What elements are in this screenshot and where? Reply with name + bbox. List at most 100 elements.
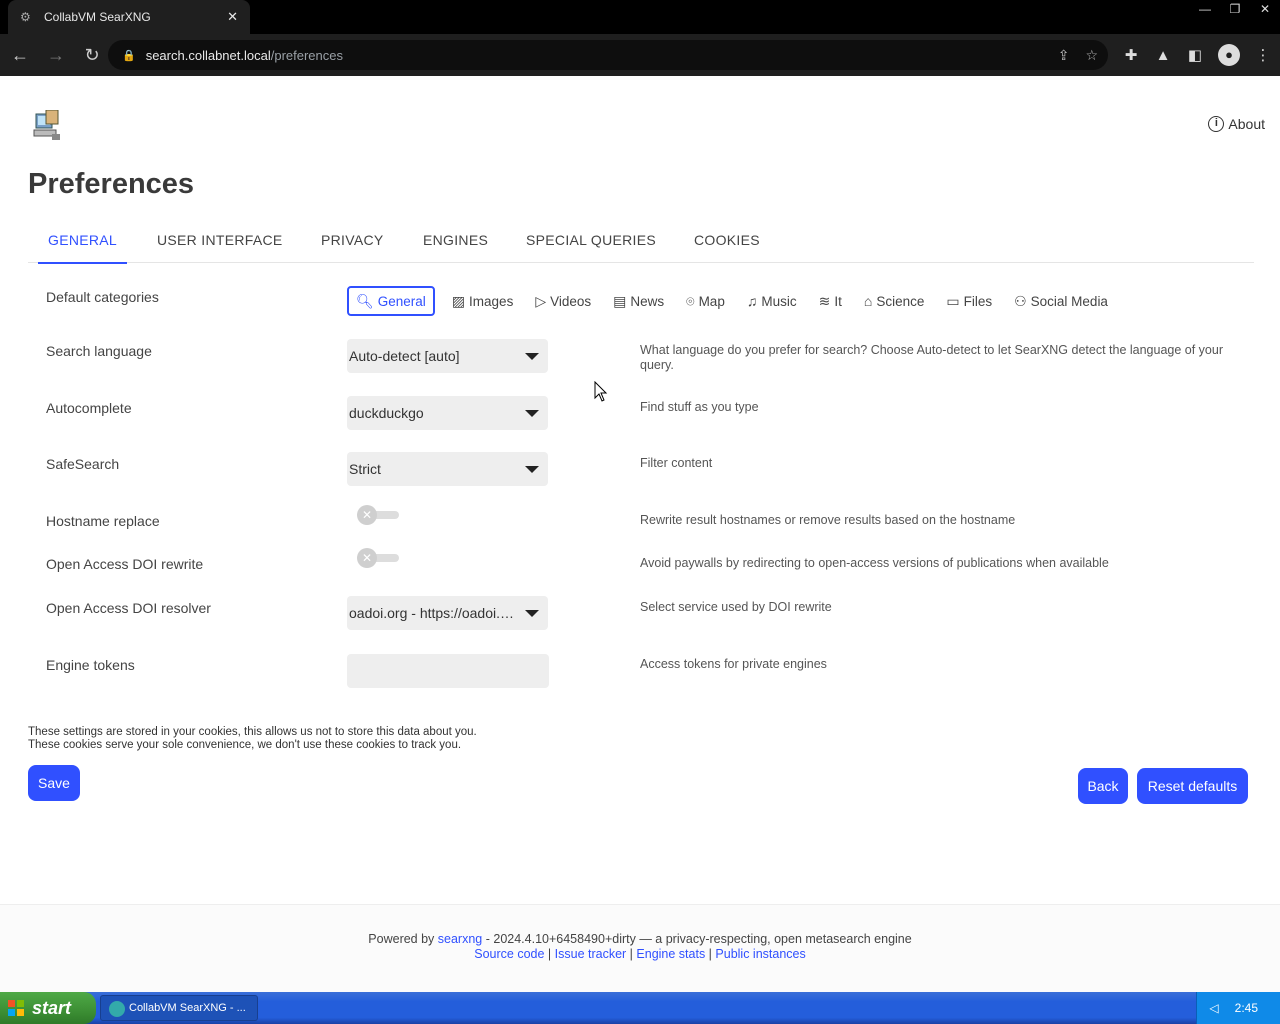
hostname-replace-label: Hostname replace <box>46 513 160 529</box>
autocomplete-value: duckduckgo <box>349 405 424 421</box>
start-button[interactable]: start <box>0 992 96 1024</box>
tab-special-queries[interactable]: SPECIAL QUERIES <box>516 232 666 262</box>
searxng-favicon-icon: ⚙ <box>20 10 31 24</box>
forward-arrow-icon[interactable]: → <box>40 39 72 71</box>
category-it[interactable]: ≋ It <box>814 286 847 316</box>
bookmark-star-icon[interactable]: ☆ <box>1085 47 1098 64</box>
issue-tracker-link[interactable]: Issue tracker <box>555 947 627 961</box>
tab-privacy[interactable]: PRIVACY <box>311 232 394 262</box>
menu-kebab-icon[interactable]: ⋮ <box>1254 46 1272 64</box>
safesearch-description: Filter content <box>640 456 713 470</box>
restore-icon[interactable]: ❐ <box>1220 0 1250 18</box>
address-bar[interactable]: 🔒 search.collabnet.local/preferences ⇪ ☆ <box>108 40 1108 70</box>
minimize-icon[interactable]: — <box>1190 0 1220 18</box>
doi-resolver-label: Open Access DOI resolver <box>46 600 211 616</box>
save-button[interactable]: Save <box>28 765 80 801</box>
page-content: i About Preferences GENERAL USER INTERFA… <box>0 76 1280 992</box>
public-instances-link[interactable]: Public instances <box>715 947 805 961</box>
extensions-icon[interactable]: ✚ <box>1122 46 1140 64</box>
doi-rewrite-toggle[interactable]: ✕ <box>357 547 399 569</box>
cookie-note-line1: These settings are stored in your cookie… <box>28 726 477 738</box>
taskbar-item-searxng[interactable]: CollabVM SearXNG - ... <box>100 995 258 1021</box>
cookie-note: These settings are stored in your cookie… <box>28 726 477 752</box>
start-label: start <box>32 997 72 1018</box>
category-map[interactable]: ⌾ Map <box>681 286 730 316</box>
category-label: Social Media <box>1030 293 1108 309</box>
doi-rewrite-description: Avoid paywalls by redirecting to open-ac… <box>640 556 1109 570</box>
autocomplete-select[interactable]: duckduckgo <box>347 396 548 430</box>
taskbar-item-label: CollabVM SearXNG - ... <box>129 1002 246 1014</box>
tab-cookies[interactable]: COOKIES <box>684 232 770 262</box>
reset-defaults-button[interactable]: Reset defaults <box>1137 768 1248 804</box>
hostname-replace-description: Rewrite result hostnames or remove resul… <box>640 513 1016 527</box>
url-path: /preferences <box>270 47 343 63</box>
footer-text: Powered by <box>368 932 438 946</box>
tab-user-interface[interactable]: USER INTERFACE <box>147 232 293 262</box>
searxng-logo-icon[interactable] <box>32 110 62 142</box>
footer-separator: | <box>626 947 637 961</box>
footer-links: Source code | Issue tracker | Engine sta… <box>0 947 1280 961</box>
back-arrow-icon[interactable]: ← <box>4 39 36 71</box>
category-label: Images <box>469 293 514 309</box>
category-news[interactable]: ▤ News <box>608 286 669 316</box>
play-icon: ▷ <box>535 292 547 309</box>
safesearch-value: Strict <box>349 461 381 477</box>
share-icon[interactable]: ⇪ <box>1058 47 1070 64</box>
category-selector: 🔍︎ General ▨ Images ▷ Videos ▤ News ⌾ Ma… <box>347 286 1125 316</box>
tab-close-icon[interactable]: ✕ <box>227 9 238 25</box>
footer-separator: | <box>544 947 555 961</box>
category-science[interactable]: ⌂ Science <box>859 286 930 316</box>
layers-icon: ≋ <box>818 292 831 309</box>
window-controls: — ❐ ✕ <box>1190 0 1280 18</box>
close-window-icon[interactable]: ✕ <box>1250 0 1280 18</box>
browser-titlebar: ⚙ CollabVM SearXNG ✕ — ❐ ✕ <box>0 0 1280 34</box>
toggle-off-icon: ✕ <box>357 505 377 525</box>
category-social-media[interactable]: ⚇ Social Media <box>1009 286 1113 316</box>
url-host: search.collabnet.local <box>145 47 271 63</box>
reload-icon[interactable]: ↻ <box>76 39 108 71</box>
tab-general[interactable]: GENERAL <box>38 232 128 264</box>
chevron-down-icon <box>525 610 539 617</box>
chevron-down-icon <box>525 466 539 473</box>
engine-stats-link[interactable]: Engine stats <box>636 947 705 961</box>
clock: 2:45 <box>1234 1001 1258 1015</box>
volume-icon[interactable]: ◁ <box>1209 1001 1218 1015</box>
safesearch-select[interactable]: Strict <box>347 452 548 486</box>
hostname-replace-toggle[interactable]: ✕ <box>357 504 399 526</box>
about-link[interactable]: i About <box>1208 116 1265 132</box>
graduation-cap-icon: ⌂ <box>863 293 873 309</box>
footer-separator: | <box>705 947 716 961</box>
search-language-select[interactable]: Auto-detect [auto] <box>347 339 548 373</box>
doi-resolver-description: Select service used by DOI rewrite <box>640 600 832 614</box>
newspaper-icon: ▤ <box>613 292 627 309</box>
search-language-value: Auto-detect [auto] <box>349 348 460 364</box>
category-label: General <box>377 293 426 309</box>
searxng-link[interactable]: searxng <box>438 932 482 946</box>
doi-rewrite-label: Open Access DOI rewrite <box>46 556 204 572</box>
mouse-cursor-icon <box>594 381 608 402</box>
category-files[interactable]: ▭ Files <box>941 286 997 316</box>
category-label: Files <box>963 293 993 309</box>
category-label: It <box>834 293 842 309</box>
doi-resolver-value: oadoi.org - https://oadoi.org/ <box>349 605 514 621</box>
category-music[interactable]: ♫ Music <box>742 286 802 316</box>
tab-engines[interactable]: ENGINES <box>413 232 498 262</box>
labs-flask-icon[interactable]: ▲ <box>1154 47 1172 64</box>
autocomplete-label: Autocomplete <box>46 400 132 416</box>
source-code-link[interactable]: Source code <box>474 947 544 961</box>
image-icon: ▨ <box>451 292 466 309</box>
side-panel-icon[interactable]: ◧ <box>1186 46 1204 64</box>
chevron-down-icon <box>525 353 539 360</box>
category-label: Music <box>761 293 797 309</box>
system-tray: ◁ 2:45 <box>1196 992 1280 1024</box>
browser-tab[interactable]: ⚙ CollabVM SearXNG ✕ <box>8 0 250 34</box>
engine-tokens-input[interactable] <box>347 654 549 688</box>
doi-resolver-select[interactable]: oadoi.org - https://oadoi.org/ <box>347 596 548 630</box>
category-general[interactable]: 🔍︎ General <box>347 286 435 316</box>
back-button[interactable]: Back <box>1078 768 1128 804</box>
category-label: Videos <box>550 293 592 309</box>
profile-avatar-icon[interactable]: ● <box>1218 44 1240 66</box>
category-videos[interactable]: ▷ Videos <box>530 286 596 316</box>
browser-app-icon <box>109 1001 125 1017</box>
category-images[interactable]: ▨ Images <box>447 286 519 316</box>
